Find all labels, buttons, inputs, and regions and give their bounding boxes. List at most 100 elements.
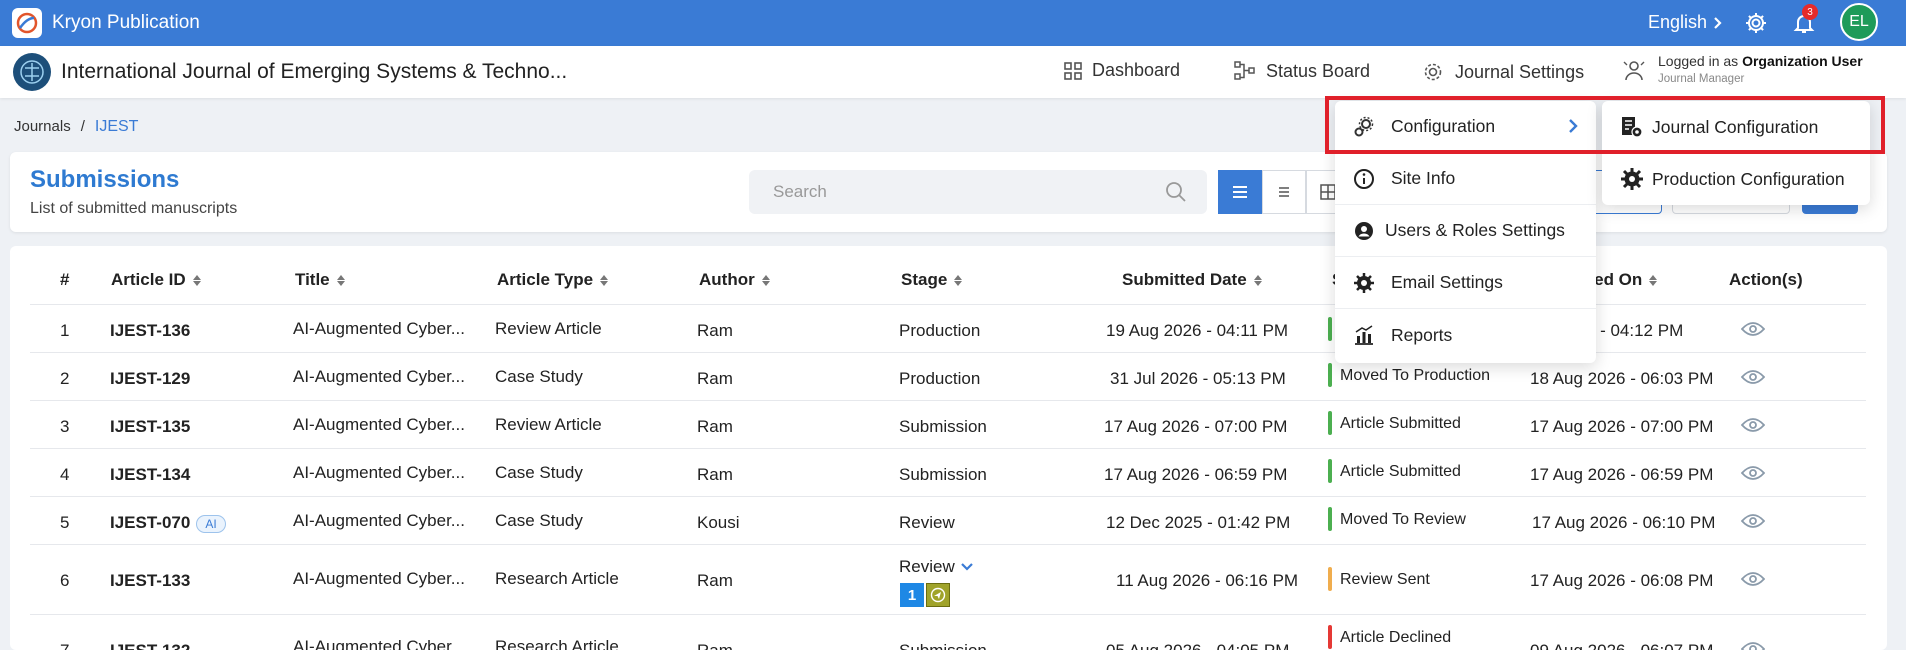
- dashboard-grid-icon: [1064, 61, 1082, 80]
- menu-item-reports[interactable]: Reports: [1335, 309, 1596, 361]
- search-input[interactable]: [749, 170, 1207, 214]
- submenu-item-production-configuration[interactable]: Production Configuration: [1602, 153, 1870, 205]
- row-stage[interactable]: Review: [899, 557, 973, 577]
- nav-status-board[interactable]: Status Board: [1234, 60, 1370, 82]
- col-header-author[interactable]: Author: [699, 270, 770, 290]
- submenu-item-journal-configuration-label: Journal Configuration: [1652, 116, 1819, 137]
- row-title[interactable]: AI-Augmented Cyber...: [293, 637, 465, 650]
- submenu-item-journal-configuration[interactable]: Journal Configuration: [1602, 101, 1870, 153]
- user-avatar[interactable]: EL: [1840, 3, 1878, 41]
- breadcrumb-separator: /: [80, 118, 85, 135]
- search-box: [749, 170, 1207, 214]
- row-status: Article Submitted: [1328, 411, 1461, 435]
- row-article-id[interactable]: IJEST-135: [110, 417, 190, 437]
- row-title[interactable]: AI-Augmented Cyber...: [293, 319, 465, 339]
- grid-icon: [1320, 184, 1336, 200]
- status-board-icon: [1234, 61, 1255, 80]
- journal-header: International Journal of Emerging System…: [0, 46, 1906, 98]
- row-title[interactable]: AI-Augmented Cyber...: [293, 415, 465, 435]
- menu-item-site-info[interactable]: Site Info: [1335, 153, 1596, 205]
- view-eye-icon[interactable]: [1741, 321, 1765, 337]
- table-row[interactable]: 7 IJEST-132 AI-Augmented Cyber... Resear…: [30, 614, 1866, 650]
- col-header-stage-label: Stage: [901, 270, 948, 289]
- row-num: 7: [60, 641, 69, 650]
- row-title[interactable]: AI-Augmented Cyber...: [293, 511, 465, 531]
- col-header-submitted-date-label: Submitted Date: [1122, 270, 1247, 289]
- row-updated-on: 17 Aug 2026 - 07:00 PM: [1530, 417, 1714, 436]
- breadcrumb-current: IJEST: [94, 118, 139, 135]
- row-title[interactable]: AI-Augmented Cyber...: [293, 367, 465, 387]
- language-label: English: [1648, 12, 1708, 32]
- row-author: Kousi: [697, 513, 740, 532]
- row-article-id[interactable]: IJEST-132: [110, 641, 190, 650]
- row-submitted-date: 11 Aug 2026 - 06:16 PM: [1116, 571, 1299, 590]
- menu-item-reports-label: Reports: [1391, 324, 1453, 345]
- menu-item-configuration[interactable]: Configuration: [1335, 101, 1596, 153]
- nav-journal-settings-label: Journal Settings: [1455, 61, 1585, 82]
- search-icon[interactable]: [1165, 181, 1187, 203]
- col-header-stage[interactable]: Stage: [901, 270, 963, 290]
- view-eye-icon[interactable]: [1741, 465, 1765, 481]
- sort-icon: [1253, 274, 1262, 286]
- row-title[interactable]: AI-Augmented Cyber...: [293, 463, 465, 483]
- view-eye-icon[interactable]: [1741, 641, 1765, 650]
- row-submitted-date: 17 Aug 2026 - 06:59 PM: [1104, 465, 1288, 484]
- row-author: Ram: [697, 369, 733, 388]
- row-author: Ram: [697, 641, 733, 650]
- chevron-down-icon: [960, 563, 973, 571]
- table-row[interactable]: 4 IJEST-134 AI-Augmented Cyber... Case S…: [30, 448, 1866, 496]
- page-title: Submissions: [30, 166, 180, 193]
- row-status: Article Submitted: [1328, 459, 1461, 483]
- col-header-title[interactable]: Title: [295, 270, 345, 290]
- row-article-type: Case Study: [495, 367, 583, 386]
- row-article-id[interactable]: IJEST-136: [110, 321, 190, 341]
- view-eye-icon[interactable]: [1741, 417, 1765, 433]
- row-stage: Review: [899, 513, 955, 532]
- menu-item-site-info-label: Site Info: [1391, 168, 1456, 188]
- table-row[interactable]: 3 IJEST-135 AI-Augmented Cyber... Review…: [30, 400, 1866, 448]
- view-eye-icon[interactable]: [1741, 571, 1765, 587]
- row-status: Moved To Production: [1328, 363, 1490, 387]
- row-article-id[interactable]: IJEST-134: [110, 465, 190, 485]
- view-eye-icon[interactable]: [1741, 513, 1765, 529]
- table-row[interactable]: 6 IJEST-133 AI-Augmented Cyber... Resear…: [30, 544, 1866, 614]
- menu-item-email-settings[interactable]: Email Settings: [1335, 257, 1596, 309]
- view-compact-button[interactable]: [1262, 170, 1306, 214]
- settings-gear-icon[interactable]: [1742, 9, 1770, 37]
- notification-bell-icon[interactable]: 3: [1790, 4, 1818, 37]
- gear-icon: [1621, 168, 1643, 190]
- nav-journal-settings[interactable]: Journal Settings: [1421, 60, 1584, 84]
- sort-icon: [600, 274, 609, 286]
- review-sent-icon[interactable]: [926, 583, 950, 607]
- compact-list-icon: [1279, 187, 1289, 197]
- chevron-right-icon: [1714, 16, 1722, 29]
- row-author: Ram: [697, 321, 733, 340]
- row-article-id[interactable]: IJEST-070 AI: [110, 513, 226, 533]
- reviewer-count-box[interactable]: 1: [900, 583, 924, 607]
- nav-dashboard[interactable]: Dashboard: [1064, 60, 1180, 81]
- row-title[interactable]: AI-Augmented Cyber...: [293, 569, 465, 589]
- top-bar: Kryon Publication English 3 EL: [0, 0, 1906, 46]
- configuration-submenu: Journal Configuration Production Configu…: [1602, 101, 1870, 205]
- col-header-submitted-date[interactable]: Submitted Date: [1122, 270, 1262, 290]
- col-header-article-id[interactable]: Article ID: [111, 270, 201, 290]
- row-article-id[interactable]: IJEST-133: [110, 571, 190, 591]
- language-selector[interactable]: English: [1648, 12, 1723, 33]
- app-name: Kryon Publication: [52, 12, 200, 33]
- view-list-button[interactable]: [1218, 170, 1262, 214]
- row-article-type: Case Study: [495, 463, 583, 482]
- col-header-article-type[interactable]: Article Type: [497, 270, 609, 290]
- brand[interactable]: Kryon Publication: [12, 8, 200, 38]
- user-switch-icon: [1623, 61, 1645, 81]
- row-article-id[interactable]: IJEST-129: [110, 369, 190, 389]
- row-updated-on: 17 Aug 2026 - 06:59 PM: [1530, 465, 1714, 484]
- row-num: 6: [60, 571, 70, 590]
- menu-item-users-roles-label: Users & Roles Settings: [1385, 220, 1565, 240]
- row-stage: Submission: [899, 465, 987, 484]
- menu-item-users-roles[interactable]: Users & Roles Settings: [1335, 205, 1596, 257]
- row-article-type: Case Study: [495, 511, 583, 530]
- row-submitted-date: 12 Dec 2025 - 01:42 PM: [1106, 513, 1291, 532]
- breadcrumb-journals[interactable]: Journals: [14, 118, 71, 136]
- view-eye-icon[interactable]: [1741, 369, 1765, 385]
- table-row[interactable]: 5 IJEST-070 AI AI-Augmented Cyber... Case…: [30, 496, 1866, 544]
